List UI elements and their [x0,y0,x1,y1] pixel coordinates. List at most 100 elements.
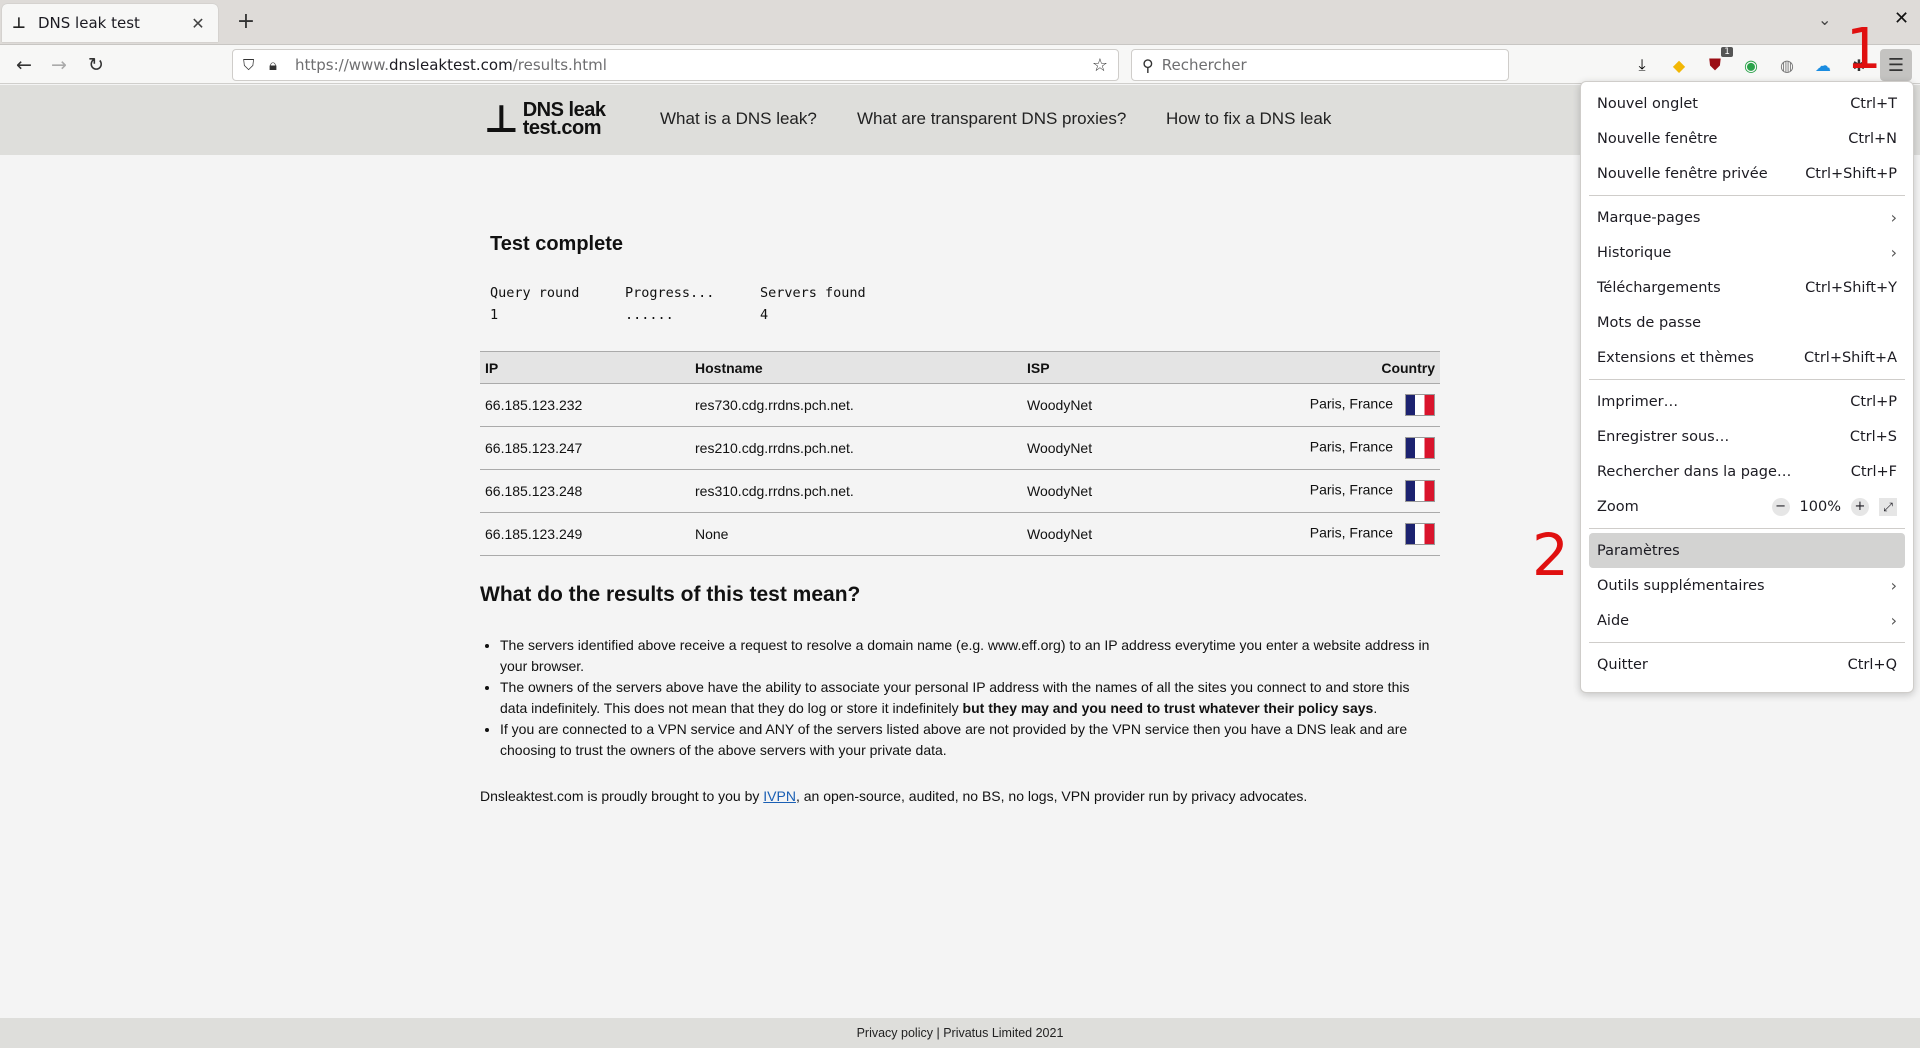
ublock-origin-icon[interactable]: ⛊ 1 [1703,47,1733,77]
menu-item-passwords[interactable]: Mots de passe [1589,305,1905,340]
tab-title: DNS leak test [38,14,140,32]
france-flag-icon [1405,394,1435,416]
privacy-policy-link[interactable]: Privacy policy [857,1026,933,1040]
zoom-in-button[interactable]: + [1851,497,1869,516]
menu-separator [1589,642,1905,643]
cell-ip: 66.185.123.248 [480,469,690,513]
annotation-step-2: 2 [1532,521,1569,589]
app-menu-button[interactable]: ☰ [1880,49,1912,81]
reload-button[interactable]: ↻ [84,53,108,77]
menu-separator [1589,528,1905,529]
cloud-check-icon[interactable]: ☁ [1811,53,1835,77]
annotation-step-1: 1 [1846,17,1882,82]
cell-isp: WoodyNet [1022,512,1222,556]
navigation-toolbar: ← → ↻ ⛉ 🔒︎ https://www.dnsleaktest.com/r… [0,44,1920,84]
france-flag-icon [1405,523,1435,545]
zoom-out-button[interactable]: − [1771,497,1790,516]
extension-green-icon[interactable]: ◉ [1739,53,1763,77]
col-header-hostname: Hostname [690,351,1022,384]
cell-ip: 66.185.123.247 [480,426,690,470]
servers-found-label: Servers found [760,285,866,301]
results-table: IP Hostname ISP Country 66.185.123.232 r… [480,351,1440,556]
zoom-level[interactable]: 100% [1800,499,1841,515]
menu-item-quit[interactable]: Quitter Ctrl+Q [1589,647,1905,682]
cell-hostname: res730.cdg.rrdns.pch.net. [690,383,1022,427]
menu-item-settings[interactable]: Paramètres [1589,533,1905,568]
downloads-icon[interactable]: ⤓ [1630,53,1654,77]
cell-hostname: None [690,512,1022,556]
table-header-row: IP Hostname ISP Country [480,351,1440,384]
tab-bar: ⊥ DNS leak test ✕ + ⌄ ✕ [0,0,1920,44]
menu-item-save-as[interactable]: Enregistrer sous… Ctrl+S [1589,419,1905,454]
progress-value: ...... [625,307,674,323]
cell-country: Paris, France [1222,512,1440,556]
chevron-right-icon: › [1890,208,1897,227]
menu-item-new-tab[interactable]: Nouvel onglet Ctrl+T [1589,86,1905,121]
menu-item-print[interactable]: Imprimer… Ctrl+P [1589,384,1905,419]
extension-gray-icon[interactable]: ◍ [1775,53,1799,77]
menu-item-addons-themes[interactable]: Extensions et thèmes Ctrl+Shift+A [1589,340,1905,375]
menu-item-help[interactable]: Aide › [1589,603,1905,638]
table-row: 66.185.123.247 res210.cdg.rrdns.pch.net.… [480,426,1440,470]
fullscreen-icon[interactable]: ⤢ [1879,497,1897,516]
cell-country: Paris, France [1222,426,1440,470]
copyright-text: Privatus Limited 2021 [943,1026,1064,1040]
tap-icon: ⊥ [12,14,26,32]
menu-item-more-tools[interactable]: Outils supplémentaires › [1589,568,1905,603]
col-header-isp: ISP [1022,351,1222,384]
menu-item-new-private-window[interactable]: Nouvelle fenêtre privée Ctrl+Shift+P [1589,156,1905,191]
bookmark-star-icon[interactable]: ☆ [1092,55,1108,76]
france-flag-icon [1405,480,1435,502]
cell-isp: WoodyNet [1022,469,1222,513]
lock-icon[interactable]: 🔒︎ [269,56,287,74]
country-text: Paris, France [1309,524,1393,541]
window-close-button[interactable]: ✕ [1894,8,1909,29]
search-bar[interactable]: ⚲ Rechercher [1131,49,1509,81]
logo-line2: test.com [522,117,602,139]
emphasis-text: but they may and you need to trust whate… [962,700,1374,716]
country-text: Paris, France [1309,481,1393,498]
chevron-right-icon: › [1890,611,1897,630]
cell-hostname: res210.cdg.rrdns.pch.net. [690,426,1022,470]
nav-how-to-fix[interactable]: How to fix a DNS leak [1166,109,1331,129]
extension-yellow-diamond-icon[interactable]: ◆ [1667,53,1691,77]
country-text: Paris, France [1309,395,1393,412]
list-item: If you are connected to a VPN service an… [500,719,1440,761]
back-button[interactable]: ← [12,53,36,77]
chevron-right-icon: › [1890,243,1897,262]
france-flag-icon [1405,437,1435,459]
query-round-value: 1 [490,307,499,323]
menu-item-find-in-page[interactable]: Rechercher dans la page… Ctrl+F [1589,454,1905,489]
ivpn-link[interactable]: IVPN [763,788,796,804]
menu-item-downloads[interactable]: Téléchargements Ctrl+Shift+Y [1589,270,1905,305]
nav-transparent-dns-proxies[interactable]: What are transparent DNS proxies? [857,109,1126,129]
sponsor-note: Dnsleaktest.com is proudly brought to yo… [480,788,1308,804]
chevron-down-icon[interactable]: ⌄ [1818,10,1831,29]
url-text[interactable]: https://www.dnsleaktest.com/results.html [295,56,1092,74]
search-icon: ⚲ [1142,55,1154,75]
chevron-right-icon: › [1890,576,1897,595]
site-footer: Privacy policy | Privatus Limited 2021 [0,1018,1920,1048]
menu-item-new-window[interactable]: Nouvelle fenêtre Ctrl+N [1589,121,1905,156]
site-logo[interactable]: ⊥ DNS leak test.com [484,99,606,139]
table-row: 66.185.123.249 None WoodyNet Paris, Fran… [480,512,1440,556]
query-round-label: Query round [490,285,580,301]
new-tab-button[interactable]: + [234,9,258,35]
progress-label: Progress... [625,285,715,301]
cell-ip: 66.185.123.232 [480,383,690,427]
table-row: 66.185.123.248 res310.cdg.rrdns.pch.net.… [480,469,1440,513]
close-tab-icon[interactable]: ✕ [188,14,208,33]
country-text: Paris, France [1309,438,1393,455]
menu-item-bookmarks[interactable]: Marque-pages › [1589,200,1905,235]
col-header-country: Country [1222,351,1440,384]
results-meaning-list: The servers identified above receive a r… [500,635,1440,761]
menu-item-history[interactable]: Historique › [1589,235,1905,270]
table-row: 66.185.123.232 res730.cdg.rrdns.pch.net.… [480,383,1440,427]
url-bar[interactable]: ⛉ 🔒︎ https://www.dnsleaktest.com/results… [232,49,1119,81]
nav-what-is-dns-leak[interactable]: What is a DNS leak? [660,109,817,129]
shield-icon[interactable]: ⛉ [243,56,261,74]
forward-button[interactable]: → [47,53,71,77]
tab-active[interactable]: ⊥ DNS leak test ✕ [2,4,218,42]
results-meaning-title: What do the results of this test mean? [480,583,861,606]
test-status-title: Test complete [490,233,623,255]
